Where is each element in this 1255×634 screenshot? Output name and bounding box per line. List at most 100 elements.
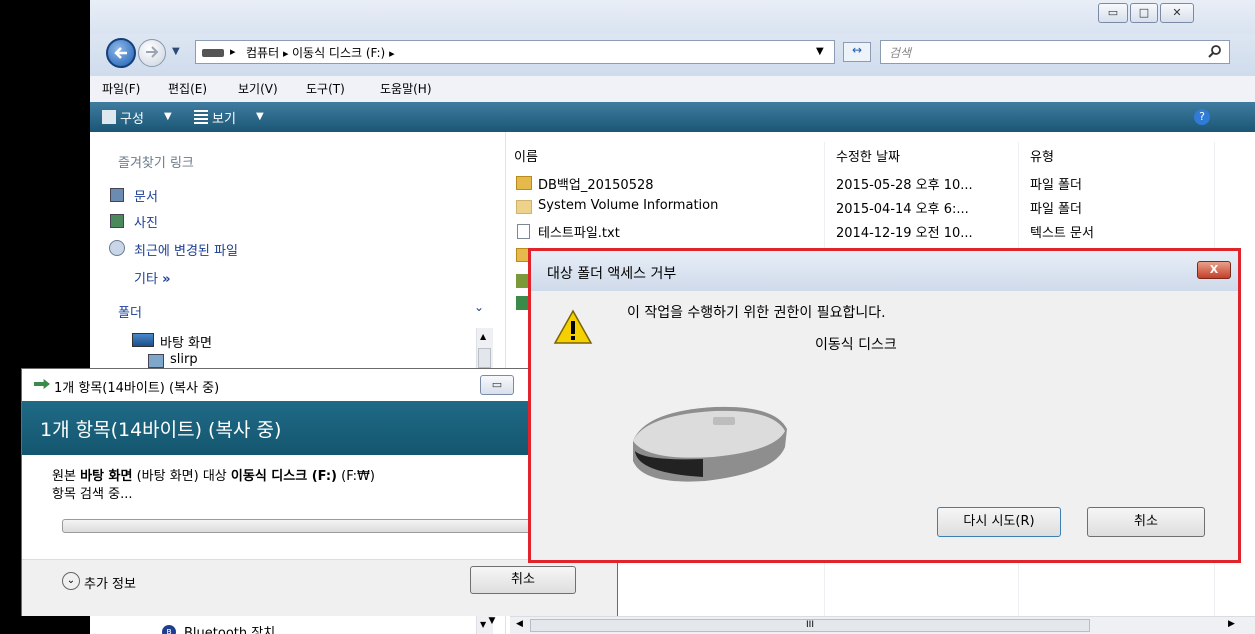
column-name[interactable]: 이름 (514, 146, 538, 165)
menu-file[interactable]: 파일(F) (102, 80, 140, 97)
copy-dialog-heading: 1개 항목(14바이트) (복사 중) (40, 419, 282, 441)
file-row[interactable]: 테스트파일.txt 2014-12-19 오전 10... 텍스트 문서 (516, 220, 1246, 242)
copy-source-line: 원본 바탕 화면 (바탕 화면) 대상 이동식 디스크 (F:) (F:₩) (52, 465, 375, 484)
scroll-down-icon[interactable]: ▼ (478, 616, 506, 634)
column-date-modified[interactable]: 수정한 날짜 (836, 146, 900, 165)
chevron-down-icon: ⌄ (474, 300, 485, 314)
drive-icon (202, 49, 224, 57)
copy-dialog-title: 1개 항목(14바이트) (복사 중) (54, 381, 220, 396)
file-type: 텍스트 문서 (1030, 226, 1094, 241)
breadcrumb-computer[interactable]: 컴퓨터 (246, 46, 279, 60)
error-message: 이 작업을 수행하기 위한 권한이 필요합니다. (627, 305, 886, 321)
address-bar[interactable]: ▸ 컴퓨터 ▸ 이동식 디스크 (F:) ▸ ▼ (195, 40, 835, 64)
close-icon: ✕ (1172, 6, 1182, 19)
history-dropdown-icon[interactable]: ▼ (172, 46, 180, 57)
menu-view[interactable]: 보기(V) (238, 80, 278, 97)
breadcrumb-separator-icon: ▸ (230, 45, 236, 58)
views-button[interactable]: 보기 (212, 108, 236, 127)
file-row[interactable]: DB백업_20150528 2015-05-28 오후 10... 파일 폴더 (516, 172, 1246, 194)
minimize-icon: ▭ (1107, 6, 1119, 19)
folders-header[interactable]: 폴더 ⌄ (90, 294, 495, 322)
command-bar: 구성 ▼ 보기 ▼ ? (90, 102, 1255, 132)
favorite-recent-changes[interactable]: 최근에 변경된 파일 (134, 240, 238, 259)
help-icon[interactable]: ? (1194, 109, 1210, 125)
scroll-right-icon[interactable]: ▶ (1228, 619, 1235, 629)
organize-button[interactable]: 구성 (120, 108, 144, 127)
folder-icon (516, 200, 532, 214)
file-type: 파일 폴더 (1030, 178, 1082, 193)
horizontal-scrollbar[interactable]: ◀ III ▶ (510, 616, 1255, 634)
scroll-grip: III (806, 620, 814, 630)
copy-minimize-button[interactable]: ▭ (480, 375, 514, 395)
breadcrumb-drive[interactable]: 이동식 디스크 (F:) (292, 46, 385, 60)
close-button[interactable]: ✕ (1160, 3, 1194, 23)
close-icon: X (1209, 263, 1219, 276)
views-dropdown-icon[interactable]: ▼ (256, 111, 264, 122)
menu-tools[interactable]: 도구(T) (306, 80, 345, 97)
organize-dropdown-icon[interactable]: ▼ (164, 111, 172, 122)
search-placeholder: 검색 (889, 46, 912, 60)
forward-arrow-icon (146, 46, 159, 58)
error-device-name: 이동식 디스크 (815, 337, 897, 353)
file-row[interactable]: System Volume Information 2015-04-14 오후 … (516, 196, 1246, 218)
chevron-double-right-icon: » (162, 272, 171, 287)
scroll-left-icon[interactable]: ◀ (516, 619, 523, 629)
folders-heading: 폴더 (118, 306, 142, 321)
retry-button[interactable]: 다시 시도(R) (937, 507, 1061, 537)
dest-name: 이동식 디스크 (F:) (230, 469, 337, 484)
recent-changes-icon (109, 240, 125, 256)
views-icon (194, 110, 208, 124)
column-type[interactable]: 유형 (1030, 146, 1054, 165)
minimize-button[interactable]: ▭ (1098, 3, 1128, 23)
favorite-pictures[interactable]: 사진 (134, 212, 158, 231)
text-file-icon (517, 224, 530, 239)
source-label: 원본 (52, 469, 76, 484)
file-date: 2015-05-28 오후 10... (836, 178, 973, 193)
error-close-button[interactable]: X (1197, 261, 1231, 279)
organize-icon (102, 110, 116, 124)
desktop-icon (132, 333, 154, 347)
title-bar: ▭ □ ✕ (90, 0, 1255, 34)
refresh-icon[interactable]: ↔ (843, 42, 871, 62)
menu-edit[interactable]: 편집(E) (168, 80, 207, 97)
forward-button[interactable] (138, 39, 166, 67)
folder-icon (516, 176, 532, 190)
slirp-icon (148, 354, 164, 368)
menu-help[interactable]: 도움말(H) (380, 80, 432, 97)
address-dropdown-icon[interactable]: ▼ (816, 46, 824, 57)
tree-scroll-thumb[interactable] (478, 348, 491, 368)
back-button[interactable] (106, 38, 136, 68)
access-denied-dialog: 대상 폴더 액세스 거부 X 이 작업을 수행하기 위한 권한이 필요합니다. … (528, 248, 1241, 563)
documents-icon (110, 188, 124, 202)
copy-dialog-footer: ⌄ 추가 정보 취소 (22, 559, 617, 616)
file-name: System Volume Information (538, 198, 719, 213)
breadcrumb: 컴퓨터 ▸ 이동식 디스크 (F:) ▸ (246, 44, 395, 61)
scroll-thumb[interactable]: III (530, 619, 1090, 632)
tree-item-slirp[interactable]: slirp (170, 352, 198, 367)
favorite-documents[interactable]: 문서 (134, 186, 158, 205)
file-date: 2014-12-19 오전 10... (836, 226, 973, 241)
error-dialog-title: 대상 폴더 액세스 거부 (547, 266, 677, 282)
scroll-up-icon[interactable]: ▲ (480, 332, 486, 341)
more-info-link[interactable]: 추가 정보 (84, 573, 136, 592)
breadcrumb-separator-icon: ▸ (282, 47, 292, 60)
tree-item-desktop[interactable]: 바탕 화면 (160, 332, 212, 351)
dest-path: (F:₩) (341, 469, 375, 484)
error-cancel-button[interactable]: 취소 (1087, 507, 1205, 537)
dest-label: 대상 (202, 469, 227, 484)
address-row: ▼ ▸ 컴퓨터 ▸ 이동식 디스크 (F:) ▸ ▼ ↔ 검색 (90, 34, 1255, 76)
maximize-icon: □ (1138, 6, 1150, 19)
maximize-button[interactable]: □ (1130, 3, 1158, 23)
copy-arrow-icon (34, 379, 50, 389)
expand-details-icon[interactable]: ⌄ (62, 572, 80, 590)
file-name: DB백업_20150528 (538, 178, 654, 193)
copy-cancel-button[interactable]: 취소 (470, 566, 576, 594)
back-arrow-icon (114, 47, 127, 59)
search-icon[interactable] (1207, 44, 1223, 60)
more-link[interactable]: 기타 » (134, 268, 170, 287)
file-date: 2015-04-14 오후 6:... (836, 202, 969, 217)
search-input[interactable]: 검색 (880, 40, 1230, 64)
tree-item-bluetooth[interactable]: Bluetooth 장치 (184, 622, 275, 634)
warning-icon (553, 309, 593, 344)
source-name: 바탕 화면 (80, 469, 133, 484)
